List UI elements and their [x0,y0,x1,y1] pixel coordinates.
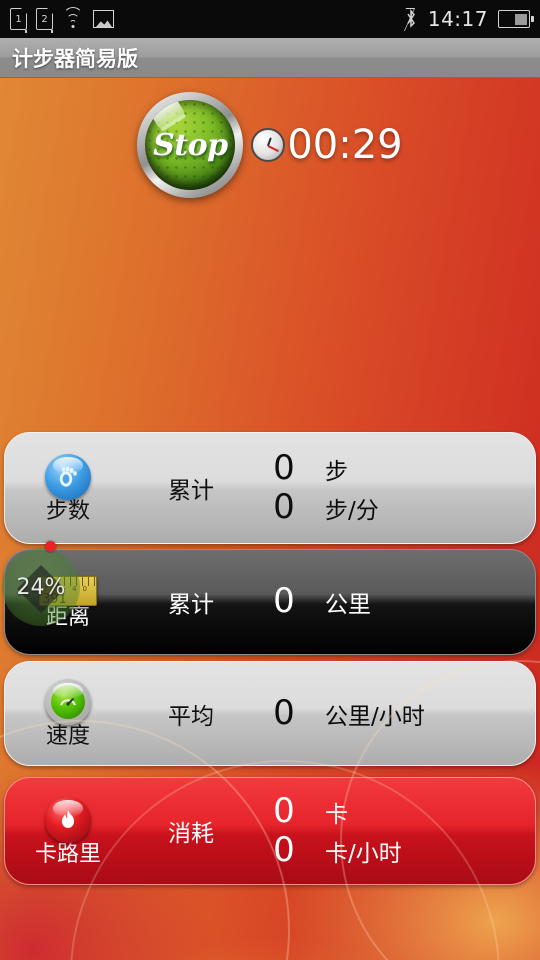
calories-mode: 消耗 [168,821,214,847]
wifi-icon [62,7,84,29]
steps-mode: 累计 [168,478,214,504]
flame-icon [45,796,91,843]
steps-rate-unit: 步/分 [325,498,379,524]
status-icons-right: 14:17 [405,7,534,31]
speedometer-icon [45,679,91,725]
distance-total-unit: 公里 [325,592,371,619]
calories-total-line: 0 卡 [251,790,535,831]
battery-icon [498,10,534,28]
clock-icon [251,128,286,162]
speed-label: 速度 [45,724,90,749]
elapsed-time: 00:29 [287,122,403,168]
calories-rate-unit: 卡/小时 [325,841,402,867]
sim1-icon: 1 [10,8,27,33]
steps-total-line: 0 步 [251,447,535,488]
sim2-label: 2 [41,14,48,25]
speed-mode: 平均 [168,703,214,730]
distance-total-line: 0 公里 [251,582,535,621]
calories-values: 0 卡 0 卡/小时 [251,790,535,870]
speed-avg-line: 0 公里/小时 [251,692,535,733]
header-area: Stop 00:29 [0,78,540,428]
footprint-icon [45,453,91,500]
speed-values: 0 公里/小时 [251,692,535,733]
metric-row-distance[interactable]: 20 40 391 距离 累计 0 公里 [4,549,536,655]
bluetooth-icon [405,8,418,30]
sim1-label: 1 [15,14,22,25]
steps-values: 0 步 0 步/分 [251,447,535,527]
speed-avg-unit: 公里/小时 [325,703,425,730]
calories-icon-column: 卡路里 [5,796,131,867]
stop-button[interactable]: Stop [137,92,244,198]
battery-percent-text: 24% [16,574,66,600]
calories-rate-value: 0 [273,830,295,870]
status-bar: 1 2 14:17 [0,0,540,38]
steps-label: 步数 [45,498,90,524]
steps-total-unit: 步 [325,458,348,485]
metric-row-calories[interactable]: 卡路里 消耗 0 卡 0 卡/小时 [4,777,536,885]
page-title: 计步器简易版 [12,46,138,71]
stop-button-face: Stop [145,100,236,190]
calories-label: 卡路里 [34,841,101,867]
status-time: 14:17 [427,7,488,31]
distance-values: 0 公里 [251,582,535,621]
metric-row-steps[interactable]: 步数 累计 0 步 0 步/分 [4,432,536,544]
timer: 00:29 [251,122,403,168]
distance-mode: 累计 [168,592,214,618]
steps-rate-line: 0 步/分 [251,487,535,527]
battery-percent-overlay[interactable]: 24% [2,548,80,626]
distance-total-value: 0 [273,581,295,622]
calories-total-value: 0 [273,790,295,831]
app-title-bar: 计步器简易版 [0,38,540,78]
gallery-icon [93,10,114,28]
app-screen: 1 2 14:17 计步器简易版 Stop 00:29 步数 累计 0 步 0 … [0,0,540,960]
status-icons-left: 1 2 [10,7,114,33]
sim2-icon: 2 [36,8,53,33]
speed-avg-value: 0 [273,692,295,733]
steps-total-value: 0 [273,447,295,488]
calories-total-unit: 卡 [325,801,348,828]
speed-icon-column: 速度 [5,679,131,748]
metric-row-speed[interactable]: 速度 平均 0 公里/小时 [4,661,536,766]
steps-rate-value: 0 [273,487,295,527]
steps-icon-column: 步数 [5,453,131,524]
calories-rate-line: 0 卡/小时 [251,830,535,870]
stop-button-label: Stop [153,127,228,163]
notification-dot [45,541,56,552]
